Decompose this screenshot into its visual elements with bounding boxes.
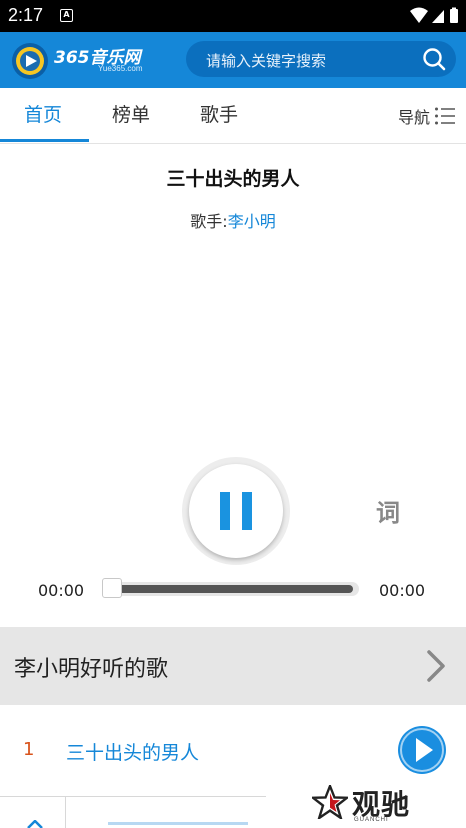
pause-icon-bar: [242, 492, 252, 530]
search-icon[interactable]: [422, 47, 446, 71]
status-time: 2:17: [8, 5, 44, 25]
more-songs-header[interactable]: 李小明好听的歌: [0, 627, 466, 705]
play-icon: [400, 728, 444, 772]
signal-icon: [432, 10, 444, 23]
site-logo[interactable]: 365音乐网 Yue365.com: [10, 40, 180, 80]
wifi-icon: [410, 7, 428, 23]
chevron-right-icon: [427, 650, 445, 682]
nav-label: 导航: [397, 108, 430, 127]
play-pause-inner: [189, 464, 283, 558]
menu-list-icon: [435, 107, 455, 125]
tab-bar: 首页 榜单 歌手 导航: [0, 88, 466, 144]
logo-disc-icon: [12, 43, 48, 79]
bottom-divider-vertical: [65, 797, 66, 828]
progress-slider[interactable]: [103, 582, 359, 596]
app-header: 365音乐网 Yue365.com 请输入关键字搜索: [0, 32, 466, 88]
logo-subtext: Yue365.com: [98, 64, 143, 73]
bottom-divider: [0, 796, 266, 797]
battery-icon: [450, 9, 458, 23]
watermark: 观驰 GUANCHI: [312, 783, 432, 825]
tab-singers[interactable]: 歌手: [200, 100, 238, 127]
current-time: 00:00: [38, 581, 85, 600]
singer-row: 歌手:李小明: [0, 208, 466, 232]
tab-home[interactable]: 首页: [24, 100, 62, 127]
progress-groove: [109, 585, 353, 593]
song-name[interactable]: 三十出头的男人: [66, 738, 199, 765]
next-song-preview: [108, 822, 248, 825]
section-title: 李小明好听的歌: [14, 657, 169, 682]
pause-icon: [220, 492, 230, 530]
tab-charts[interactable]: 榜单: [112, 100, 150, 127]
lyrics-button[interactable]: 词: [376, 493, 400, 528]
up-arrow-icon: [27, 820, 43, 828]
status-icons: [410, 7, 458, 23]
song-index: 1: [23, 739, 35, 760]
progress-thumb[interactable]: [102, 578, 122, 598]
singer-label: 歌手:: [190, 212, 228, 231]
status-bar: 2:17 A: [0, 0, 466, 32]
singer-link[interactable]: 李小明: [228, 212, 276, 231]
total-time: 00:00: [379, 581, 426, 600]
play-pause-button[interactable]: [182, 457, 290, 565]
search-input[interactable]: 请输入关键字搜索: [186, 41, 456, 77]
watermark-star-icon: [312, 785, 348, 819]
nav-menu-button[interactable]: 导航: [398, 104, 456, 128]
song-play-button[interactable]: [398, 726, 446, 774]
a-badge-icon: A: [60, 9, 73, 22]
song-title: 三十出头的男人: [166, 168, 300, 190]
watermark-subtext: GUANCHI: [354, 817, 389, 823]
search-placeholder: 请输入关键字搜索: [206, 52, 327, 70]
active-tab-indicator: [0, 139, 89, 142]
